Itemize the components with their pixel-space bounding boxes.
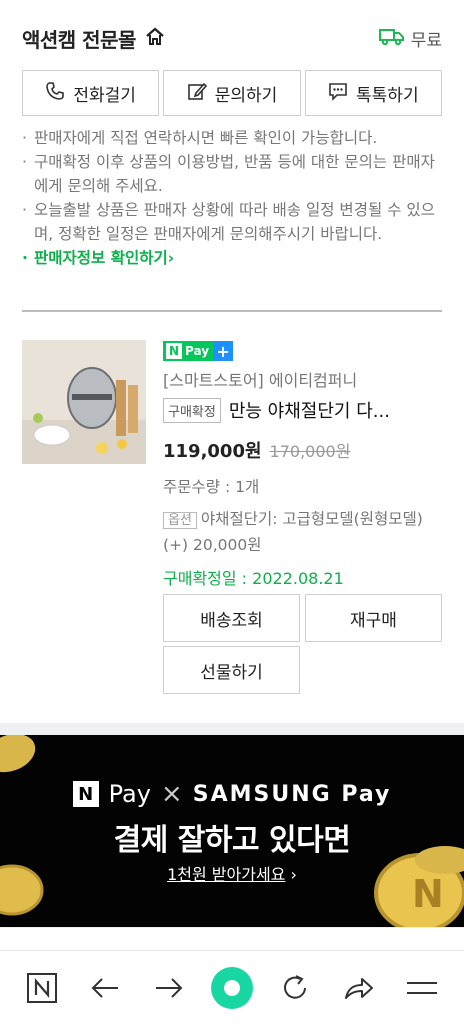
promo-banner[interactable]: N N Pay × SAMSUNG Pay 결제 잘하고 있다면 1천원 받아가… <box>0 735 464 927</box>
naver-home-button[interactable] <box>20 966 64 1010</box>
green-dot-button[interactable] <box>210 966 254 1010</box>
section-gap <box>0 723 464 735</box>
forward-button[interactable] <box>147 966 191 1010</box>
note-item: · 오늘출발 상품은 판매자 상황에 따라 배송 일정 변경될 수 있으며, 정확… <box>22 201 435 243</box>
price: 119,000원 <box>163 441 262 462</box>
option-tag: 옵션 <box>163 512 197 529</box>
option-text: 야채절단기: 고급형모델(원형모델) (+) 20,000원 <box>163 510 423 554</box>
product-title[interactable]: 만능 야채절단기 다... <box>229 397 390 423</box>
npay-badge: N Pay + <box>163 341 234 361</box>
naver-n-icon: N <box>166 343 182 359</box>
product-title-row[interactable]: 구매확정 만능 야채절단기 다... <box>163 397 443 423</box>
order-info: N Pay + [스마트스토어] 에이티컴퍼니 구매확정 만능 야채절단기 다.… <box>163 340 443 589</box>
product-thumbnail[interactable] <box>22 340 146 464</box>
home-icon <box>144 25 166 51</box>
note-item: · 구매확정 이후 상품의 이용방법, 반품 등에 대한 문의는 판매자에게 문의… <box>22 153 435 195</box>
seller-name[interactable]: [스마트스토어] 에이티컴퍼니 <box>163 367 443 391</box>
banner-headline: 결제 잘하고 있다면 <box>113 823 351 858</box>
store-header: 액션캠 전문몰 무료 <box>22 18 442 58</box>
status-badge: 구매확정 <box>163 397 221 423</box>
menu-button[interactable] <box>400 966 444 1010</box>
share-button[interactable] <box>337 966 381 1010</box>
seller-notes: · 판매자에게 직접 연락하시면 빠른 확인이 가능합니다. · 구매확정 이후 상… <box>22 126 442 270</box>
rebuy-button[interactable]: 재구매 <box>305 594 442 642</box>
call-button-label: 전화걸기 <box>73 85 136 106</box>
store-name: 액션캠 전문몰 <box>22 27 136 52</box>
shipping-info: 무료 <box>378 26 442 51</box>
contact-buttons: 전화걸기 문의하기 톡톡하기 <box>22 70 442 116</box>
chat-icon <box>328 81 348 106</box>
chevron-right-icon: › <box>290 865 297 884</box>
order-option: 옵션 야채절단기: 고급형모델(원형모델) (+) 20,000원 <box>163 507 443 557</box>
back-button[interactable] <box>83 966 127 1010</box>
seller-info-link[interactable]: · 판매자정보 확인하기 › <box>22 246 442 270</box>
inquiry-button-label: 문의하기 <box>214 85 278 106</box>
note-item: · 판매자에게 직접 연락하시면 빠른 확인이 가능합니다. <box>22 129 378 147</box>
call-button[interactable]: 전화걸기 <box>22 70 160 116</box>
price-row: 119,000원 170,000원 <box>163 437 443 463</box>
banner-cta[interactable]: 1천원 받아가세요 › <box>0 861 464 885</box>
times-icon: × <box>160 779 183 809</box>
plus-icon: + <box>213 341 234 361</box>
section-divider <box>22 310 442 312</box>
phone-icon <box>45 81 65 106</box>
naver-n-icon: N <box>72 781 99 807</box>
gift-button[interactable]: 선물하기 <box>163 646 300 694</box>
confirmed-date: 구매확정일 : 2022.08.21 <box>163 569 344 588</box>
shipping-label: 무료 <box>410 30 442 51</box>
truck-icon <box>378 26 405 51</box>
talk-button-label: 톡톡하기 <box>356 85 419 106</box>
chevron-right-icon: › <box>167 249 175 267</box>
store-title[interactable]: 액션캠 전문몰 <box>22 24 166 53</box>
order-quantity: 주문수량 : 1개 <box>163 478 260 496</box>
original-price: 170,000원 <box>269 442 351 461</box>
refresh-button[interactable] <box>273 966 317 1010</box>
section-gap <box>0 927 464 949</box>
edit-icon <box>187 81 207 106</box>
talk-button[interactable]: 톡톡하기 <box>304 70 442 116</box>
inquiry-button[interactable]: 문의하기 <box>163 70 301 116</box>
tracking-button[interactable]: 배송조회 <box>163 594 300 642</box>
npay-samsungpay-logo: N Pay × SAMSUNG Pay <box>0 779 464 809</box>
browser-toolbar <box>0 950 464 1024</box>
